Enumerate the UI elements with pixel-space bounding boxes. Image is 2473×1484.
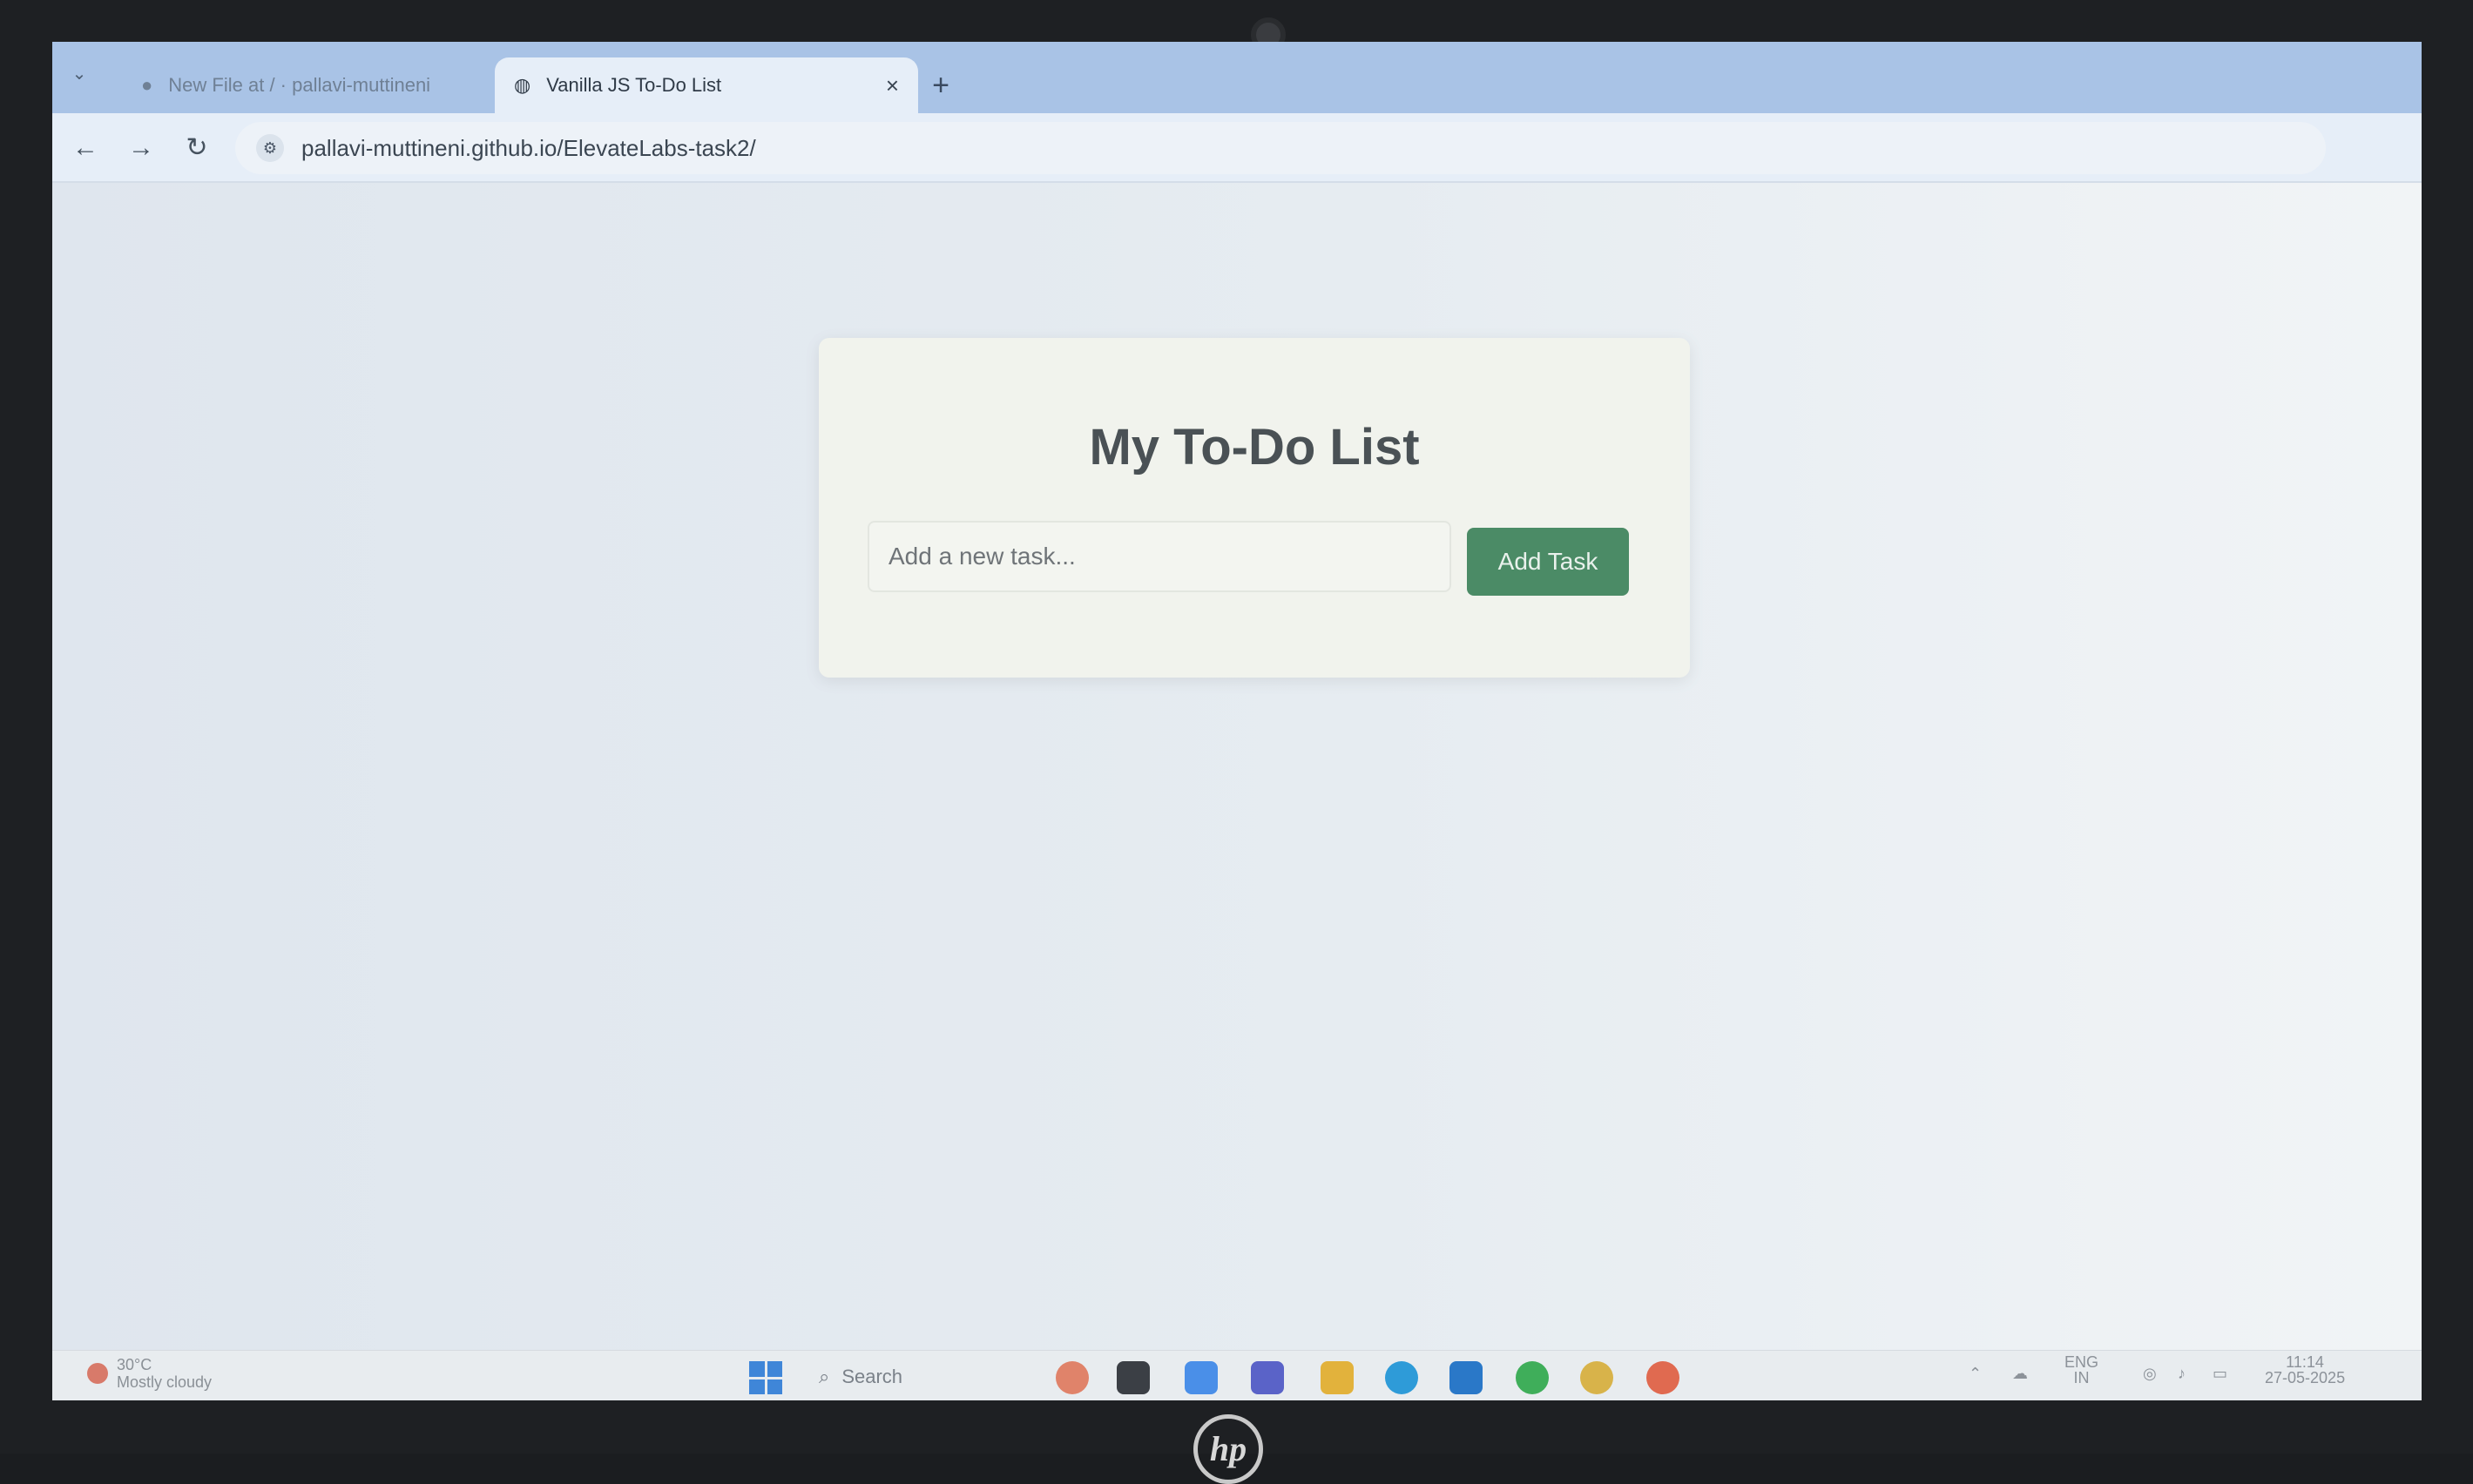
- network-icon[interactable]: ◎: [2143, 1365, 2157, 1383]
- weather-temp: 30°C: [117, 1356, 152, 1373]
- todo-card: My To-Do List Add Task: [819, 338, 1690, 678]
- reload-icon[interactable]: ↻: [179, 131, 214, 165]
- date: 27-05-2025: [2265, 1369, 2346, 1386]
- task-view-icon[interactable]: [1117, 1361, 1150, 1394]
- onedrive-icon[interactable]: ☁: [2012, 1365, 2028, 1383]
- search-icon: ⌕: [819, 1366, 830, 1387]
- copilot-icon[interactable]: [1185, 1361, 1218, 1394]
- tab-title: New File at / · pallavi-muttineni: [168, 74, 431, 96]
- taskbar-search[interactable]: ⌕ Search: [819, 1359, 1045, 1394]
- tab-todo[interactable]: ◍ Vanilla JS To-Do List ×: [495, 57, 918, 113]
- browser-toolbar: ← → ↻ ⚙ pallavi-muttineni.github.io/Elev…: [52, 113, 2422, 183]
- page-title: My To-Do List: [1089, 419, 1420, 476]
- search-label: Search: [841, 1366, 903, 1387]
- edge-icon[interactable]: [1385, 1361, 1418, 1394]
- weather-app-icon[interactable]: [1056, 1361, 1089, 1394]
- url-text: pallavi-muttineni.github.io/ElevateLabs-…: [301, 134, 756, 161]
- task-input[interactable]: [868, 521, 1451, 592]
- time: 11:14: [2286, 1353, 2324, 1371]
- show-hidden-icons[interactable]: ⌃: [1969, 1365, 1982, 1383]
- battery-icon[interactable]: ▭: [2213, 1365, 2227, 1383]
- address-bar[interactable]: ⚙ pallavi-muttineni.github.io/ElevateLab…: [235, 122, 2326, 174]
- forward-arrow-icon[interactable]: →: [124, 131, 159, 165]
- language-indicator[interactable]: ENG IN: [2064, 1354, 2098, 1386]
- lang-top: ENG: [2064, 1353, 2099, 1371]
- lang-bottom: IN: [2073, 1369, 2090, 1386]
- page-content: My To-Do List Add Task: [52, 183, 2422, 1350]
- teams-icon[interactable]: [1251, 1361, 1284, 1394]
- weather-icon: [87, 1363, 108, 1384]
- github-icon: ●: [141, 74, 153, 96]
- globe-icon: ◍: [514, 74, 531, 96]
- taskbar: 30°C Mostly cloudy ⌕ Search ⌃ ☁ ENG IN ◎…: [52, 1350, 2422, 1400]
- whatsapp-icon[interactable]: [1516, 1361, 1549, 1394]
- vscode-icon[interactable]: [1449, 1361, 1483, 1394]
- laptop-bezel: ⌄ ● New File at / · pallavi-muttineni × …: [0, 0, 2473, 1484]
- chrome-profile-icon[interactable]: [1646, 1361, 1679, 1394]
- close-icon[interactable]: ×: [886, 72, 899, 99]
- back-arrow-icon[interactable]: ←: [68, 131, 103, 165]
- hp-logo: hp: [1193, 1414, 1263, 1484]
- clock[interactable]: 11:14 27-05-2025: [2265, 1354, 2345, 1386]
- volume-icon[interactable]: ♪: [2178, 1365, 2186, 1383]
- weather-widget[interactable]: 30°C Mostly cloudy: [87, 1356, 212, 1391]
- tab-github[interactable]: ● New File at / · pallavi-muttineni ×: [122, 57, 531, 113]
- screen: ⌄ ● New File at / · pallavi-muttineni × …: [52, 42, 2422, 1400]
- file-explorer-icon[interactable]: [1321, 1361, 1354, 1394]
- weather-desc: Mostly cloudy: [117, 1373, 213, 1391]
- tab-search-icon[interactable]: ⌄: [66, 61, 92, 87]
- add-task-button[interactable]: Add Task: [1467, 528, 1629, 596]
- site-info-icon[interactable]: ⚙: [256, 134, 284, 162]
- tab-strip: ⌄ ● New File at / · pallavi-muttineni × …: [52, 42, 2422, 113]
- new-tab-button[interactable]: +: [923, 68, 958, 103]
- tab-title: Vanilla JS To-Do List: [546, 74, 722, 96]
- windows-start-icon[interactable]: [749, 1361, 782, 1394]
- chrome-icon[interactable]: [1580, 1361, 1613, 1394]
